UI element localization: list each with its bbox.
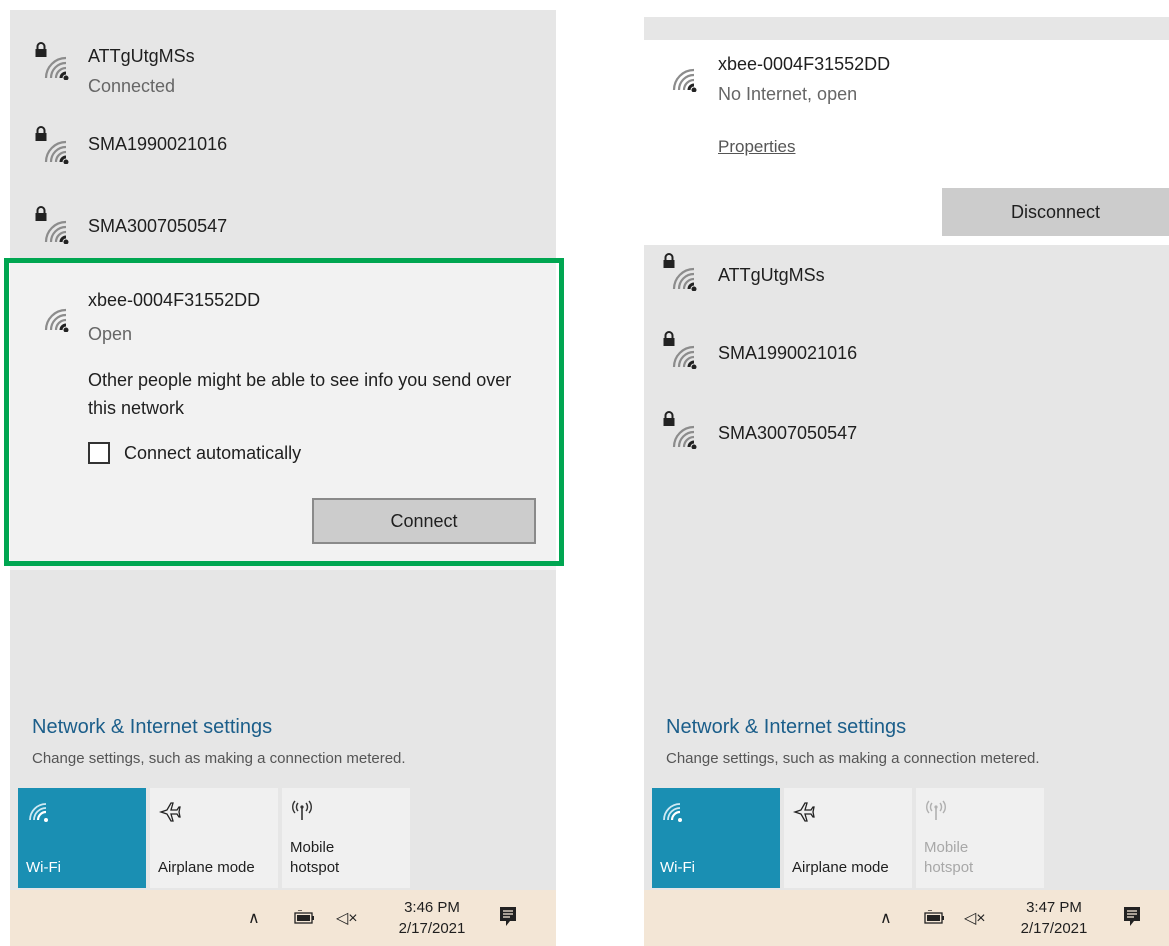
wifi-icon [26, 800, 50, 822]
network-status: Connected [88, 76, 176, 96]
network-status: No Internet, open [718, 84, 858, 104]
battery-icon[interactable] [294, 910, 316, 924]
wifi-icon [660, 800, 684, 822]
wifi-toggle-tile[interactable]: Wi-Fi [18, 788, 146, 888]
connect-automatically-checkbox[interactable] [88, 442, 110, 464]
tile-label-line1: Mobile [924, 839, 969, 856]
chevron-up-icon[interactable]: ∧ [248, 908, 260, 928]
clock-date: 2/17/2021 [1020, 920, 1088, 937]
network-item-xbee-expanded[interactable]: xbee-0004F31552DD Open Other people migh… [10, 260, 556, 570]
network-item-attgutgmss[interactable]: ATTgUtgMSs Connected [10, 38, 556, 108]
security-warning: Other people might be able to see info y… [88, 370, 512, 418]
network-name: xbee-0004F31552DD [718, 54, 891, 74]
tile-label: Mobile hotspot [290, 838, 339, 878]
clock[interactable]: 3:46 PM 2/17/2021 [392, 897, 472, 939]
volume-muted-icon[interactable]: ◁× [336, 908, 358, 928]
network-name: SMA1990021016 [88, 134, 228, 154]
wifi-signal-icon [38, 50, 72, 80]
airplane-icon [158, 800, 182, 824]
connect-button[interactable]: Connect [312, 498, 536, 544]
clock-date: 2/17/2021 [398, 920, 466, 937]
network-name: SMA3007050547 [88, 216, 228, 236]
network-item-attgutgmss[interactable]: ATTgUtgMSs [644, 249, 1169, 319]
volume-muted-icon[interactable]: ◁× [964, 908, 986, 928]
wifi-signal-icon [666, 339, 700, 369]
wifi-signal-icon [38, 214, 72, 244]
network-name: SMA3007050547 [718, 423, 858, 443]
network-settings-description: Change settings, such as making a connec… [666, 750, 1040, 767]
network-item-sma1990021016[interactable]: SMA1990021016 [644, 327, 1169, 397]
airplane-icon [792, 800, 816, 824]
tile-label: Mobile hotspot [924, 838, 973, 878]
wifi-toggle-tile[interactable]: Wi-Fi [652, 788, 780, 888]
network-item-sma3007050547[interactable]: SMA3007050547 [644, 407, 1169, 477]
tile-label: Wi-Fi [26, 859, 61, 876]
network-item-xbee-connected[interactable]: xbee-0004F31552DD No Internet, open Prop… [644, 40, 1169, 245]
properties-link[interactable]: Properties [718, 137, 795, 157]
battery-icon[interactable] [924, 910, 946, 924]
network-status: Open [88, 324, 133, 344]
wifi-signal-icon [666, 62, 700, 92]
tile-label: Airplane mode [158, 859, 255, 876]
chevron-up-icon[interactable]: ∧ [880, 908, 892, 928]
clock-time: 3:47 PM [1026, 899, 1082, 916]
tile-label: Wi-Fi [660, 859, 695, 876]
wifi-signal-icon [666, 261, 700, 291]
network-item-sma1990021016[interactable]: SMA1990021016 [10, 122, 556, 192]
network-name: SMA1990021016 [718, 343, 858, 363]
wifi-signal-icon [38, 134, 72, 164]
network-settings-description: Change settings, such as making a connec… [32, 750, 406, 767]
tile-label: Airplane mode [792, 859, 889, 876]
notification-center-icon[interactable] [498, 906, 518, 928]
clock-time: 3:46 PM [404, 899, 460, 916]
network-settings-link[interactable]: Network & Internet settings [666, 716, 906, 739]
network-name: xbee-0004F31552DD [88, 290, 261, 310]
mobile-hotspot-tile[interactable]: Mobile hotspot [916, 788, 1044, 888]
hotspot-icon [290, 800, 314, 822]
disconnect-button[interactable]: Disconnect [942, 188, 1169, 236]
airplane-mode-tile[interactable]: Airplane mode [150, 788, 278, 888]
hotspot-icon [924, 800, 948, 822]
tile-label-line2: hotspot [924, 859, 974, 876]
network-flyout-right: xbee-0004F31552DD No Internet, open Prop… [644, 17, 1169, 946]
clock[interactable]: 3:47 PM 2/17/2021 [1014, 897, 1094, 939]
tile-label-line1: Mobile [290, 839, 335, 856]
taskbar: ∧ ◁× 3:46 PM 2/17/2021 [10, 890, 556, 946]
wifi-signal-icon [666, 419, 700, 449]
connect-automatically-label[interactable]: Connect automatically [124, 443, 301, 464]
wifi-signal-icon [38, 302, 72, 332]
airplane-mode-tile[interactable]: Airplane mode [784, 788, 912, 888]
network-name: ATTgUtgMSs [718, 265, 825, 285]
taskbar: ∧ ◁× 3:47 PM 2/17/2021 [644, 890, 1169, 946]
tile-label-line2: hotspot [290, 859, 340, 876]
network-settings-link[interactable]: Network & Internet settings [32, 716, 272, 739]
notification-center-icon[interactable] [1122, 906, 1142, 928]
network-flyout-left: ATTgUtgMSs Connected SMA1990021016 SMA30… [10, 10, 556, 946]
network-name: ATTgUtgMSs [88, 46, 195, 66]
mobile-hotspot-tile[interactable]: Mobile hotspot [282, 788, 410, 888]
